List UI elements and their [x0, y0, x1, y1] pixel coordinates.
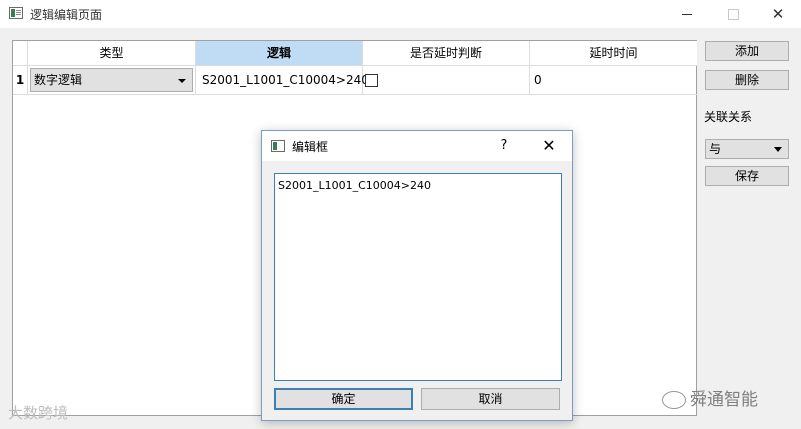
maximize-button[interactable] [710, 0, 756, 28]
wechat-icon [662, 391, 686, 409]
column-header-type[interactable]: 类型 [28, 41, 196, 66]
app-icon [9, 7, 23, 19]
minimize-button[interactable] [664, 0, 710, 28]
cancel-button[interactable]: 取消 [421, 388, 560, 410]
close-button[interactable]: ✕ [755, 0, 801, 28]
dialog-app-icon [271, 140, 285, 152]
column-header-delay-time[interactable]: 延时时间 [530, 41, 697, 66]
watermark-right: 舜通智能 [662, 385, 758, 410]
table-corner [13, 41, 28, 66]
edit-dialog: 编辑框 ? ✕ S2001_L1001_C10004>240 确定 取消 [261, 130, 573, 421]
watermark-right-text: 舜通智能 [690, 390, 758, 410]
save-button[interactable]: 保存 [705, 166, 789, 186]
table-cell-type: 数字逻辑 [28, 66, 196, 95]
column-header-logic[interactable]: 逻辑 [196, 41, 363, 66]
ok-button[interactable]: 确定 [274, 388, 413, 410]
close-icon: ✕ [771, 4, 785, 23]
maximize-icon [727, 8, 739, 20]
logic-value: S2001_L1001_C10004>240 [202, 73, 369, 87]
watermark-left: 大数跨境 [8, 404, 69, 422]
title-bar: 逻辑编辑页面 ✕ [0, 0, 801, 28]
table-cell-logic[interactable]: S2001_L1001_C10004>240 [196, 66, 369, 95]
logic-text-editor[interactable]: S2001_L1001_C10004>240 [274, 173, 562, 381]
delay-time-value: 0 [534, 73, 542, 87]
type-combobox[interactable]: 数字逻辑 [30, 68, 193, 92]
table-cell-delay-check [363, 66, 530, 95]
relation-label: 关联关系 [704, 110, 753, 124]
relation-combobox-value: 与 [709, 142, 722, 156]
dialog-close-icon[interactable]: ✕ [538, 136, 560, 156]
window-title: 逻辑编辑页面 [30, 8, 103, 22]
dialog-title-bar: 编辑框 ? ✕ [262, 131, 572, 161]
add-button[interactable]: 添加 [705, 41, 789, 61]
column-header-delay-check[interactable]: 是否延时判断 [363, 41, 530, 66]
table-cell-delay-time[interactable]: 0 [530, 66, 697, 95]
delay-checkbox[interactable] [365, 74, 378, 87]
dropdown-arrow-icon [774, 147, 782, 152]
minimize-icon [682, 13, 692, 15]
dropdown-arrow-icon [178, 79, 186, 83]
type-combobox-value: 数字逻辑 [34, 73, 83, 87]
row-header[interactable]: 1 [13, 66, 28, 95]
delete-button[interactable]: 删除 [705, 70, 789, 90]
dialog-title: 编辑框 [292, 140, 329, 154]
relation-combobox[interactable]: 与 [705, 139, 789, 159]
help-button[interactable]: ? [494, 136, 514, 156]
